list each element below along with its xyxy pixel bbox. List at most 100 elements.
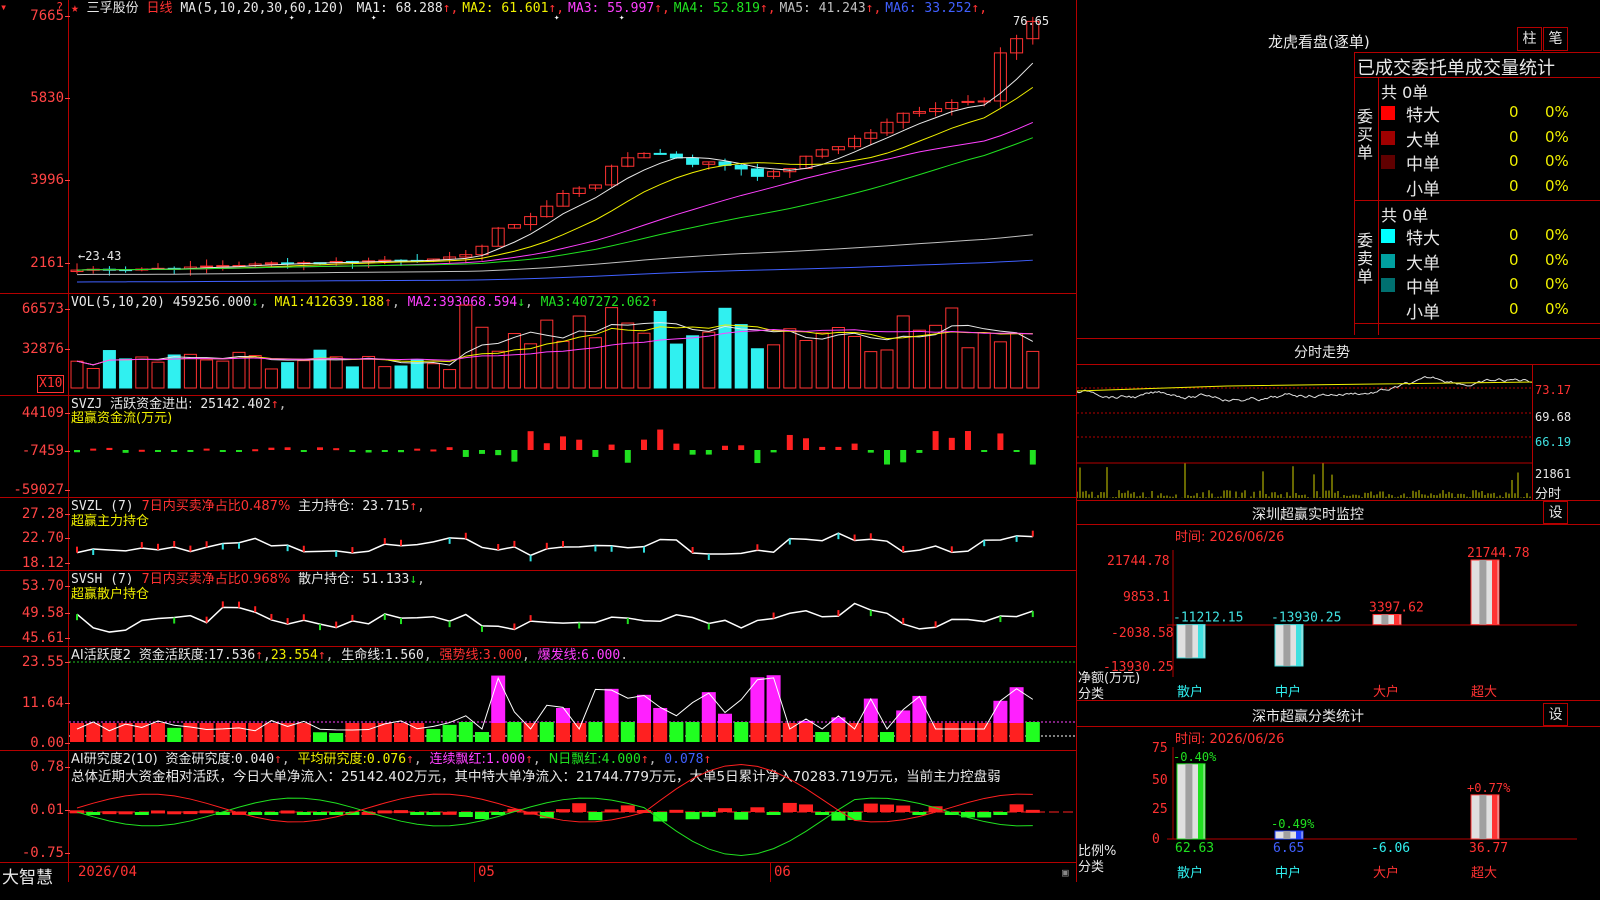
bar-mode-button[interactable]: 柱 <box>1517 27 1542 51</box>
activity-bar <box>604 688 619 723</box>
flow-bar <box>333 448 340 451</box>
flow-bar <box>673 443 680 450</box>
svzl-chart[interactable] <box>69 498 1076 570</box>
activity-bar <box>620 722 635 742</box>
monitor-chart[interactable]: 21744.78 9853.1 -2038.58 -13930.25 -11212.15… <box>1077 525 1600 700</box>
volume-bar <box>248 355 262 389</box>
activity-base <box>653 723 668 742</box>
activity-bar <box>685 722 700 742</box>
svzj-axis-label: 44109 <box>21 405 71 421</box>
candlestick-chart[interactable]: ✦ ✦ ✦ ✦ <box>69 0 1076 293</box>
volume-bar <box>993 341 1007 389</box>
flow-bar <box>236 450 242 452</box>
order-color-swatch <box>1381 179 1395 194</box>
activity-base <box>232 723 246 742</box>
stat-bar-edge <box>1198 763 1204 839</box>
app-name: 大智慧 <box>2 868 53 888</box>
activity-base <box>718 723 732 742</box>
research-bar <box>847 812 862 820</box>
classify-title: 深市超赢分类统计 <box>1252 709 1364 725</box>
stat-bar-shade <box>1283 831 1291 839</box>
volume-chart[interactable] <box>69 294 1076 395</box>
svsh-chart[interactable] <box>69 571 1076 646</box>
volume-bar <box>767 344 781 389</box>
research-bar <box>248 812 263 815</box>
order-type-label: 特大 <box>1406 106 1440 126</box>
research-bar <box>70 810 84 814</box>
flow-bar <box>754 450 761 464</box>
research-bar <box>718 808 732 812</box>
monitor-bar-value: 3397.62 <box>1369 601 1424 616</box>
classify-change-label: -0.40% <box>1173 750 1217 764</box>
volume-bar <box>831 327 845 389</box>
volume-bar <box>734 324 748 389</box>
order-type-label: 中单 <box>1406 155 1440 175</box>
flow-bar <box>187 450 194 452</box>
order-count: 0 <box>1509 127 1519 146</box>
activity-bar <box>539 722 554 742</box>
order-type-label: 大单 <box>1406 253 1440 274</box>
stat-bar-shade <box>1381 614 1389 625</box>
flow-bar <box>835 446 842 450</box>
ai-active-chart[interactable] <box>69 647 1076 750</box>
order-percent: 0% <box>1545 103 1569 121</box>
ai-research-axis-label: 0.01 <box>30 802 70 818</box>
price-axis-label: 2161 <box>30 255 70 271</box>
monitor-settings-button[interactable]: 设 <box>1543 501 1568 524</box>
vol-unit-label: X10 <box>37 375 65 393</box>
activity-base <box>523 723 538 742</box>
classify-settings-button[interactable]: 设 <box>1543 703 1568 726</box>
svsh-axis-label: 45.61 <box>21 630 71 646</box>
tick-mode-button[interactable]: 笔 <box>1543 27 1568 51</box>
classify-axis-label: 75 <box>1152 741 1168 756</box>
order-color-swatch <box>1381 302 1395 317</box>
marker-icon: ✦ <box>371 13 377 23</box>
activity-bar <box>669 722 684 742</box>
activity-base <box>394 723 408 742</box>
research-bar <box>685 812 700 820</box>
volume-bar <box>135 356 149 389</box>
research-bar <box>896 805 911 812</box>
activity-base <box>215 723 230 742</box>
svzj-chart[interactable] <box>69 396 1076 497</box>
flow-bar <box>106 447 113 450</box>
buy-total: 共 0单 <box>1381 83 1429 102</box>
lock-icon[interactable]: ▣ <box>1062 866 1069 879</box>
holding-line <box>76 532 1033 557</box>
volume-bar <box>977 332 991 389</box>
activity-base <box>70 723 84 742</box>
activity-bar <box>329 733 344 742</box>
flow-bar <box>74 450 80 453</box>
volume-bar <box>491 350 505 389</box>
volume-bar <box>167 354 181 389</box>
flow-bar <box>641 439 647 450</box>
order-count: 0 <box>1509 275 1519 293</box>
svzj-axis-label: -59027 <box>13 482 70 498</box>
volume-bar <box>540 319 554 389</box>
research-bar <box>863 803 878 812</box>
flow-bar <box>965 431 971 450</box>
classify-change-label: +0.77% <box>1467 781 1511 795</box>
flow-bar <box>738 445 745 450</box>
volume-bar <box>945 307 959 389</box>
ai-research-axis-label: 0.78 <box>30 759 70 775</box>
research-bar <box>475 812 489 820</box>
order-count: 0 <box>1509 226 1519 244</box>
activity-base <box>572 723 587 742</box>
flow-bar <box>155 450 161 452</box>
research-bar <box>977 812 992 818</box>
svsh-axis-label: 53.70 <box>21 578 71 594</box>
classify-chart[interactable]: 75 50 25 0 -0.40% 62.63 散户 -0.49% 6.65 中户 -6.06 大户 +… <box>1077 727 1600 900</box>
intraday-chart[interactable] <box>1077 365 1533 499</box>
flow-bar <box>268 447 275 450</box>
candle-body <box>686 157 700 165</box>
flow-bar <box>138 449 145 452</box>
flow-bar <box>884 450 890 465</box>
volume-bar <box>151 361 165 389</box>
intraday-axis-label: 66.19 <box>1535 435 1572 449</box>
flow-bar <box>786 434 793 450</box>
classify-category-label: 大户 <box>1373 865 1399 881</box>
stat-bar-shade <box>1479 560 1487 625</box>
ai-research-chart[interactable] <box>69 751 1076 862</box>
order-type-label: 小单 <box>1406 302 1440 323</box>
